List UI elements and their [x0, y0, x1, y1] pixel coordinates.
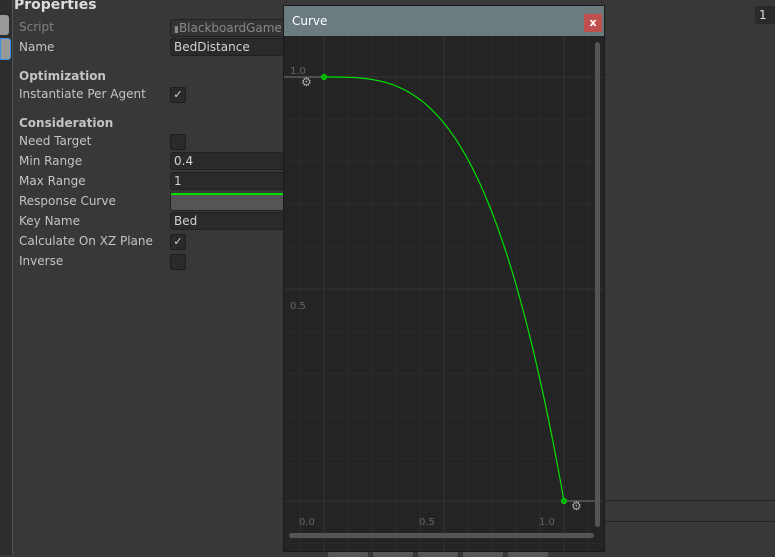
right-field[interactable]: 1: [755, 6, 775, 24]
inspector-title: Properties: [14, 0, 97, 13]
x-tick-0: 0.0: [299, 517, 315, 528]
inverse-checkbox[interactable]: [170, 254, 186, 270]
curve-window: Curve x 1.0 0.5 0.0 0.5 1.0 ⚙ ⚙: [283, 5, 605, 552]
xz-plane-label: Calculate On XZ Plane: [19, 234, 153, 248]
key-name-input[interactable]: Bed: [170, 212, 290, 230]
inverse-label: Inverse: [19, 254, 64, 268]
name-label: Name: [19, 40, 55, 54]
response-curve-label: Response Curve: [19, 194, 116, 208]
key-gear-icon[interactable]: ⚙: [301, 75, 312, 89]
close-button[interactable]: x: [584, 14, 602, 32]
min-range-input[interactable]: 0.4: [170, 152, 290, 170]
curve-window-title: Curve: [284, 6, 604, 36]
horizontal-scrollbar[interactable]: [289, 533, 594, 538]
name-input[interactable]: BedDistance: [170, 38, 290, 56]
max-range-input[interactable]: 1: [170, 172, 290, 190]
instantiate-label: Instantiate Per Agent: [19, 87, 146, 101]
divider: [603, 500, 775, 501]
x-tick-1: 1.0: [539, 517, 555, 528]
instantiate-checkbox[interactable]: ✓: [170, 87, 186, 103]
x-tick-0-5: 0.5: [419, 517, 435, 528]
script-label: Script: [19, 20, 54, 34]
curve-graph[interactable]: [284, 36, 604, 551]
response-curve-field[interactable]: [170, 193, 290, 211]
max-range-label: Max Range: [19, 174, 86, 188]
script-value: BlackboardGame: [178, 21, 282, 35]
curve-key-point: [321, 74, 327, 80]
need-target-checkbox[interactable]: [170, 134, 186, 150]
script-field: ▮BlackboardGame: [170, 19, 290, 37]
optimization-header: Optimization: [19, 69, 106, 83]
left-gutter: [0, 0, 13, 555]
min-range-label: Min Range: [19, 154, 83, 168]
consideration-header: Consideration: [19, 116, 114, 130]
key-name-label: Key Name: [19, 214, 80, 228]
vertical-scrollbar[interactable]: [595, 42, 600, 527]
y-tick-0-5: 0.5: [290, 301, 306, 312]
gutter-button-selected[interactable]: [0, 38, 11, 60]
key-gear-icon[interactable]: ⚙: [571, 499, 582, 513]
divider: [603, 521, 775, 522]
curve-key-point: [561, 498, 567, 504]
gutter-button[interactable]: [0, 15, 9, 35]
need-target-label: Need Target: [19, 134, 92, 148]
xz-plane-checkbox[interactable]: ✓: [170, 234, 186, 250]
right-panel: [603, 0, 775, 555]
